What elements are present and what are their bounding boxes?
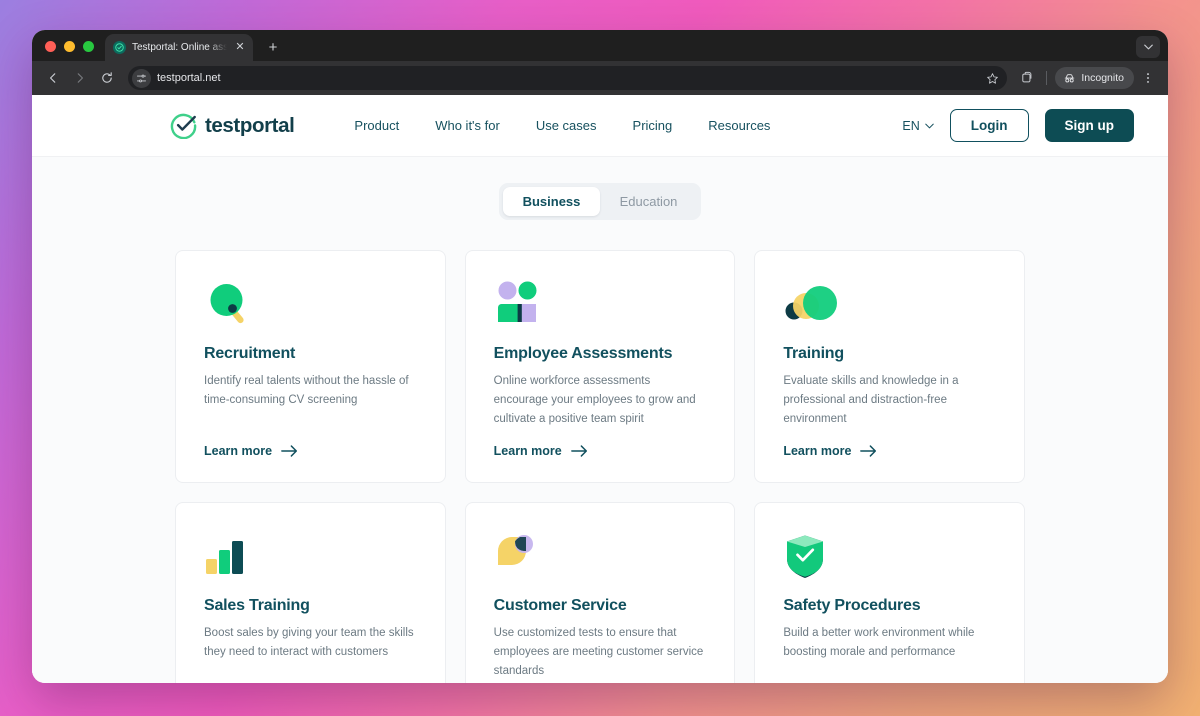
incognito-label: Incognito: [1081, 72, 1124, 84]
tab-education[interactable]: Education: [600, 187, 697, 216]
shield-check-icon: [783, 529, 996, 583]
language-label: EN: [902, 119, 919, 133]
card-sales-training[interactable]: Sales Training Boost sales by giving you…: [175, 502, 446, 683]
header-actions: EN Login Sign up: [902, 109, 1134, 142]
testportal-favicon-icon: [113, 41, 126, 54]
learn-more-label: Learn more: [494, 444, 562, 458]
card-description: Evaluate skills and knowledge in a profe…: [783, 372, 996, 430]
three-circles-icon: [783, 277, 996, 331]
browser-tab-title: Testportal: Online assessmen: [132, 42, 227, 53]
browser-tab[interactable]: Testportal: Online assessmen ✕: [105, 34, 253, 61]
incognito-icon: [1063, 72, 1076, 85]
card-title: Customer Service: [494, 597, 707, 615]
card-employee-assessments[interactable]: Employee Assessments Online workforce as…: [465, 250, 736, 483]
card-customer-service[interactable]: Customer Service Use customized tests to…: [465, 502, 736, 683]
learn-more-label: Learn more: [783, 444, 851, 458]
learn-more-link[interactable]: Learn more: [204, 444, 417, 458]
browser-tab-strip: Testportal: Online assessmen ✕ +: [32, 30, 1168, 61]
card-recruitment[interactable]: Recruitment Identify real talents withou…: [175, 250, 446, 483]
learn-more-label: Learn more: [204, 444, 272, 458]
card-title: Recruitment: [204, 345, 417, 363]
signup-button[interactable]: Sign up: [1045, 109, 1135, 142]
page-content: Business Education Recruitment Ide: [32, 157, 1168, 682]
card-title: Employee Assessments: [494, 345, 707, 363]
tune-icon: [136, 73, 147, 84]
card-training[interactable]: Training Evaluate skills and knowledge i…: [754, 250, 1025, 483]
two-people-icon: [494, 277, 707, 331]
magnifier-icon: [204, 277, 417, 331]
arrow-right-icon: [860, 445, 877, 457]
site-logo[interactable]: testportal: [170, 112, 294, 139]
address-bar[interactable]: testportal.net: [128, 66, 1007, 90]
page-viewport: testportal Product Who it's for Use case…: [32, 95, 1168, 683]
chevron-down-icon: [925, 123, 934, 129]
card-title: Training: [783, 345, 996, 363]
arrow-left-icon: [46, 71, 60, 85]
site-header: testportal Product Who it's for Use case…: [32, 95, 1168, 157]
nav-item-pricing[interactable]: Pricing: [633, 118, 673, 133]
use-case-card-grid: Recruitment Identify real talents withou…: [175, 250, 1025, 683]
browser-menu-button[interactable]: [1137, 67, 1159, 89]
nav-item-product[interactable]: Product: [354, 118, 399, 133]
back-button[interactable]: [41, 66, 65, 90]
learn-more-link[interactable]: Learn more: [494, 444, 707, 458]
extensions-icon[interactable]: [1016, 67, 1038, 89]
bar-chart-icon: [204, 529, 417, 583]
address-bar-url: testportal.net: [157, 72, 980, 84]
card-description: Identify real talents without the hassle…: [204, 372, 417, 410]
site-logo-text: testportal: [205, 114, 294, 138]
speech-bubble-icon: [494, 529, 707, 583]
reload-button[interactable]: [95, 66, 119, 90]
language-selector[interactable]: EN: [902, 119, 933, 133]
window-controls: [32, 41, 105, 61]
maximize-window-button[interactable]: [83, 41, 94, 52]
nav-item-resources[interactable]: Resources: [708, 118, 770, 133]
card-safety-procedures[interactable]: Safety Procedures Build a better work en…: [754, 502, 1025, 683]
main-navigation: Product Who it's for Use cases Pricing R…: [354, 118, 770, 133]
new-tab-button[interactable]: +: [262, 36, 284, 58]
site-settings-icon[interactable]: [132, 69, 151, 88]
login-button[interactable]: Login: [950, 109, 1029, 142]
testportal-check-logo-icon: [170, 112, 197, 139]
audience-tabs: Business Education: [32, 183, 1168, 220]
nav-item-who-its-for[interactable]: Who it's for: [435, 118, 500, 133]
browser-toolbar: testportal.net Incognito: [32, 61, 1168, 95]
reload-icon: [100, 71, 114, 85]
kebab-menu-icon: [1141, 71, 1155, 85]
arrow-right-icon: [281, 445, 298, 457]
card-description: Boost sales by giving your team the skil…: [204, 624, 417, 662]
card-description: Use customized tests to ensure that empl…: [494, 624, 707, 682]
card-description: Build a better work environment while bo…: [783, 624, 996, 662]
toolbar-divider: [1046, 71, 1047, 85]
chevron-down-icon: [1144, 44, 1153, 50]
arrow-right-icon: [571, 445, 588, 457]
nav-item-use-cases[interactable]: Use cases: [536, 118, 597, 133]
close-window-button[interactable]: [45, 41, 56, 52]
tab-search-button[interactable]: [1136, 36, 1160, 58]
learn-more-link[interactable]: Learn more: [783, 444, 996, 458]
minimize-window-button[interactable]: [64, 41, 75, 52]
browser-window: Testportal: Online assessmen ✕ +: [32, 30, 1168, 683]
card-description: Online workforce assessments encourage y…: [494, 372, 707, 430]
tab-business[interactable]: Business: [503, 187, 600, 216]
incognito-indicator[interactable]: Incognito: [1055, 67, 1134, 89]
close-tab-icon[interactable]: ✕: [233, 41, 247, 55]
card-title: Safety Procedures: [783, 597, 996, 615]
card-title: Sales Training: [204, 597, 417, 615]
bookmark-star-icon[interactable]: [986, 72, 999, 85]
forward-button[interactable]: [68, 66, 92, 90]
arrow-right-icon: [73, 71, 87, 85]
segmented-control: Business Education: [499, 183, 701, 220]
